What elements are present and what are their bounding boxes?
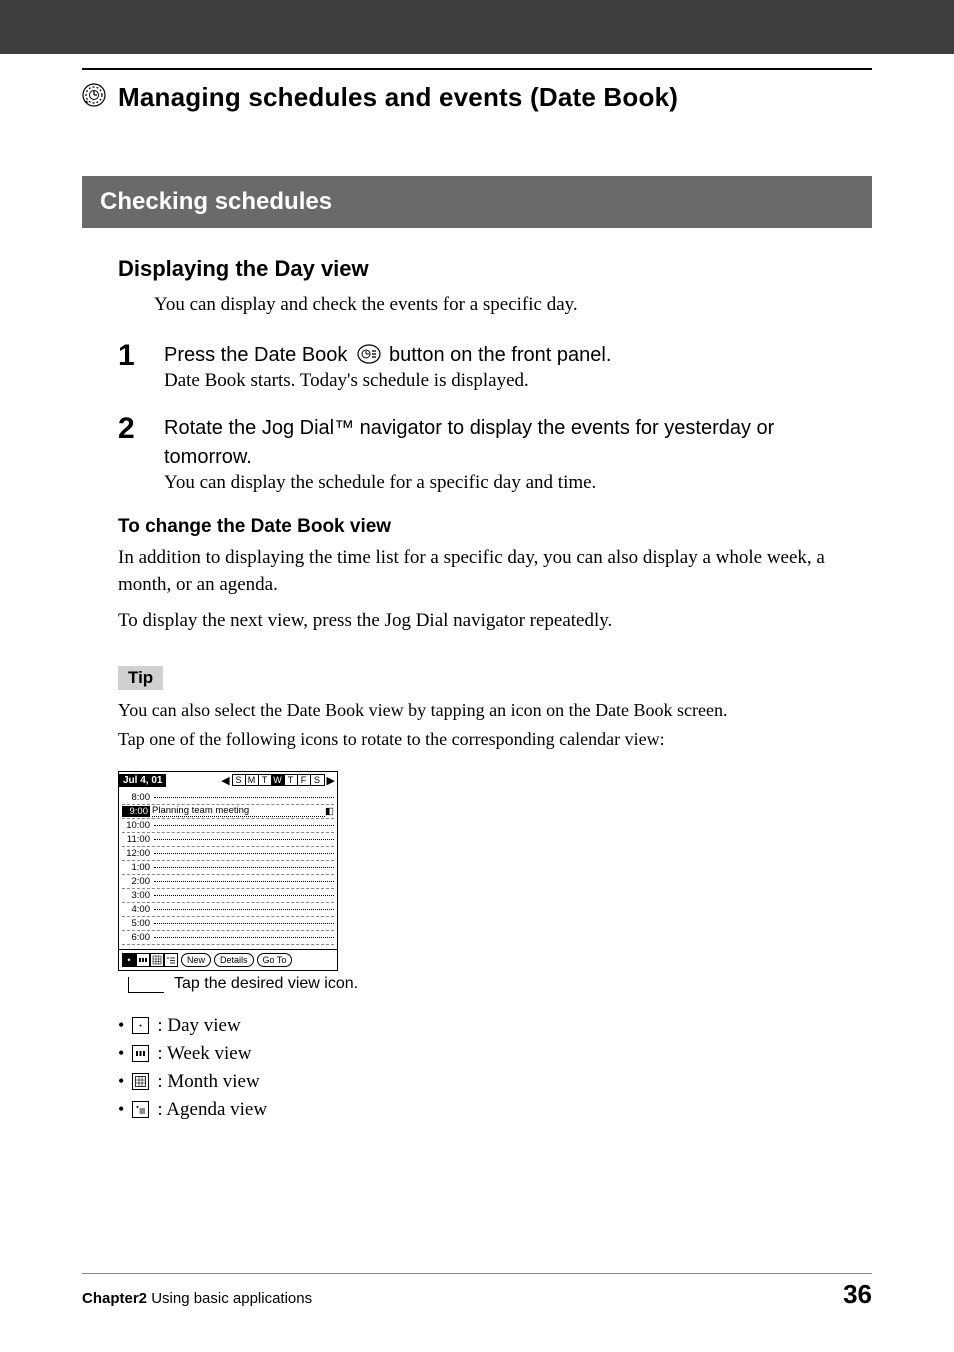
day-t[interactable]: T [259,775,272,785]
day-view-icon [132,1017,149,1034]
subsection-title: Displaying the Day view [118,256,854,282]
sub-heading: To change the Date Book view [118,516,854,538]
footer-chapter-bold: Chapter2 [82,1290,147,1307]
datebook-button-icon [357,344,381,369]
footer-chapter: Chapter2 Using basic applications [82,1290,312,1307]
time-row: 2:00 [122,875,334,889]
time-row: 9:00Planning team meeting◧ [122,805,334,819]
bullet: • [118,1071,124,1092]
time-row: 3:00 [122,889,334,903]
day-w[interactable]: W [272,775,285,785]
step-head-text: Rotate the Jog Dial™ navigator to displa… [164,417,774,468]
step-sub-text: Date Book starts. Today's schedule is di… [164,370,854,392]
app-title-row: Managing schedules and events (Date Book… [82,82,678,113]
bullet: • [118,1043,124,1064]
view-legend-list: • : Day view • : Week view • : Month vie… [118,1015,854,1121]
time-row: 5:00 [122,917,334,931]
week-view-icon[interactable] [136,953,150,967]
step-head-text: Press the Date Book [164,344,353,366]
callout: Tap the desired view icon. [118,975,854,993]
day-t2[interactable]: T [285,775,298,785]
footer-rule [82,1273,872,1274]
legend-row: • : Week view [118,1043,854,1065]
legend-label: : Agenda view [157,1099,267,1121]
step-2: 2 Rotate the Jog Dial™ navigator to disp… [118,414,854,494]
time-row: 4:00 [122,903,334,917]
steps-list: 1 Press the Date Book [118,341,854,494]
legend-label: : Month view [157,1071,259,1093]
palm-day-picker[interactable]: S M T W T F S [232,774,325,786]
legend-row: • : Day view [118,1015,854,1037]
details-button[interactable]: Details [214,953,254,967]
day-s[interactable]: S [233,775,246,785]
horizontal-rule [82,68,872,70]
new-button[interactable]: New [181,953,211,967]
month-view-icon[interactable] [150,953,164,967]
step-sub-text: You can display the schedule for a speci… [164,472,854,494]
palm-time-rows: 8:00 9:00Planning team meeting◧ 10:00 11… [119,789,337,949]
time-row: 12:00 [122,847,334,861]
time-row: 11:00 [122,833,334,847]
step-number: 1 [118,341,148,392]
callout-line [128,977,164,993]
agenda-view-icon [132,1101,149,1118]
page-title: Managing schedules and events (Date Book… [118,82,678,113]
prev-arrow-icon[interactable]: ◀ [219,774,231,787]
paragraph: To display the next view, press the Jog … [118,607,854,635]
tip-label: Tip [118,666,163,690]
day-view-icon[interactable]: • [122,953,136,967]
step-1: 1 Press the Date Book [118,341,854,392]
top-bar [0,0,954,54]
month-view-icon [132,1073,149,1090]
time-row: 10:00 [122,819,334,833]
legend-row: • : Agenda view [118,1099,854,1121]
time-row: 6:00 [122,931,334,945]
palm-header: Jul 4, 01 ◀ S M T W T F S ▶ [119,772,337,789]
datebook-icon [82,83,106,112]
section-heading-band: Checking schedules [82,176,872,228]
agenda-view-icon[interactable] [164,953,178,967]
legend-row: • : Month view [118,1071,854,1093]
note-icon[interactable]: ◧ [325,806,334,817]
page-number: 36 [843,1279,872,1310]
view-icons: • [122,953,178,967]
page-footer: Chapter2 Using basic applications 36 [82,1279,872,1310]
time-row: 1:00 [122,861,334,875]
body-content: Displaying the Day view You can display … [118,256,854,1127]
goto-button[interactable]: Go To [257,953,293,967]
bullet: • [118,1015,124,1036]
legend-label: : Week view [157,1043,251,1065]
day-f[interactable]: F [298,775,311,785]
section-title: Checking schedules [100,188,332,216]
bullet: • [118,1099,124,1120]
embedded-screenshot: Jul 4, 01 ◀ S M T W T F S ▶ 8:00 [118,771,854,993]
legend-label: : Day view [157,1015,240,1037]
footer-chapter-rest: Using basic applications [147,1290,312,1307]
next-arrow-icon[interactable]: ▶ [325,774,337,787]
palm-screen: Jul 4, 01 ◀ S M T W T F S ▶ 8:00 [118,771,338,971]
intro-paragraph: You can display and check the events for… [154,292,854,319]
step-number: 2 [118,414,148,494]
callout-text: Tap the desired view icon. [174,975,358,993]
tip-text: Tap one of the following icons to rotate… [118,727,854,752]
paragraph: In addition to displaying the time list … [118,544,854,599]
palm-footer: • New Details Go To [119,949,337,970]
week-view-icon [132,1045,149,1062]
day-s2[interactable]: S [311,775,324,785]
step-head-text-after: button on the front panel. [389,344,611,366]
time-row: 8:00 [122,791,334,805]
palm-date: Jul 4, 01 [119,774,166,787]
day-m[interactable]: M [246,775,259,785]
tip-text: You can also select the Date Book view b… [118,698,854,723]
